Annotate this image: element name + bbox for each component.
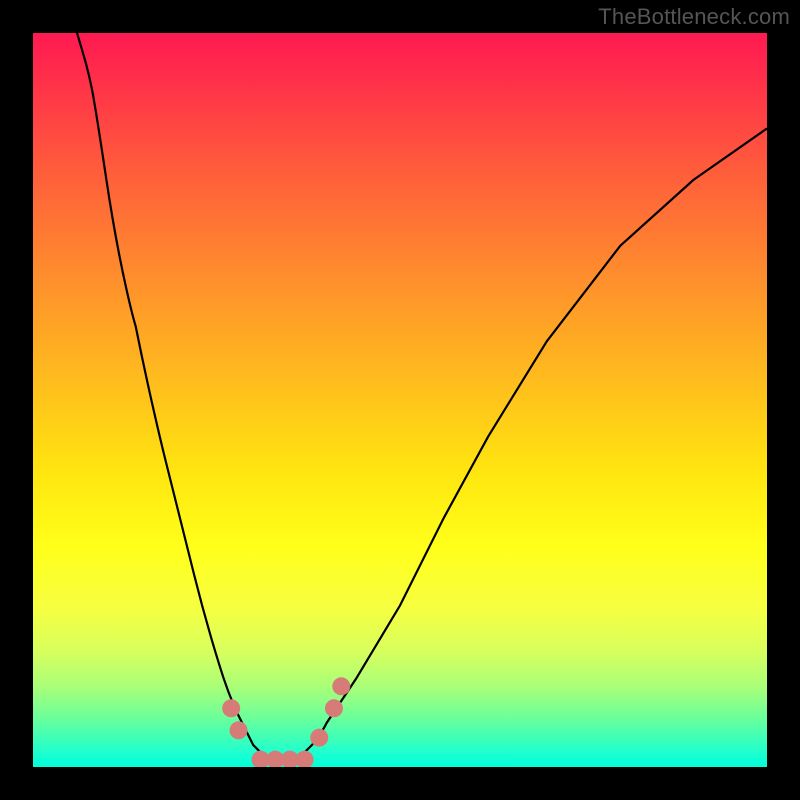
- marker-dot: [310, 729, 328, 747]
- marker-dot: [222, 699, 240, 717]
- marker-dot: [332, 677, 350, 695]
- curve-svg: [33, 33, 767, 767]
- plot-area: [33, 33, 767, 767]
- marker-dot: [230, 721, 248, 739]
- curve-markers: [222, 677, 350, 767]
- marker-dot: [296, 751, 314, 767]
- watermark-text: TheBottleneck.com: [598, 4, 790, 30]
- marker-dot: [325, 699, 343, 717]
- bottleneck-curve: [77, 33, 767, 760]
- chart-frame: TheBottleneck.com: [0, 0, 800, 800]
